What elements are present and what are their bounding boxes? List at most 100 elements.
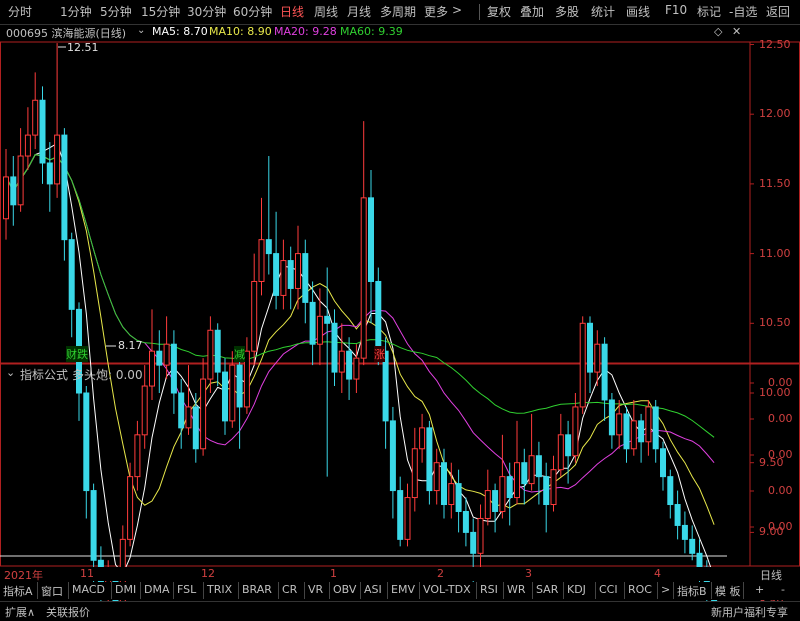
promo-link[interactable]: 新用户福利专享 bbox=[711, 604, 788, 620]
marker-reduce[interactable]: 减 bbox=[234, 346, 245, 362]
candle-body[interactable] bbox=[462, 510, 469, 533]
candle-body[interactable] bbox=[273, 253, 280, 296]
stats-button[interactable]: 统计 bbox=[591, 3, 615, 20]
candle-body[interactable] bbox=[521, 462, 528, 485]
candle-body[interactable] bbox=[484, 490, 491, 519]
candle-body[interactable] bbox=[608, 399, 615, 436]
tab-trix[interactable]: TRIX bbox=[204, 582, 239, 599]
candle-body[interactable] bbox=[375, 280, 382, 352]
candle-body[interactable] bbox=[674, 504, 681, 526]
candle-body[interactable] bbox=[565, 434, 572, 457]
candle-body[interactable] bbox=[514, 462, 520, 499]
candle-body[interactable] bbox=[309, 301, 316, 345]
period-tab-60min[interactable]: 60分钟 bbox=[233, 3, 272, 20]
period-tab-30min[interactable]: 30分钟 bbox=[187, 3, 226, 20]
period-tab-monthly[interactable]: 月线 bbox=[347, 3, 371, 20]
remove-watchlist-button[interactable]: -自选 bbox=[729, 3, 757, 20]
candle-body[interactable] bbox=[61, 134, 68, 241]
tab-asi[interactable]: ASI bbox=[361, 582, 388, 599]
tab-sar[interactable]: SAR bbox=[533, 582, 564, 599]
candle-body[interactable] bbox=[557, 434, 564, 471]
candle-body[interactable] bbox=[426, 427, 433, 492]
tab-roc[interactable]: ROC bbox=[625, 582, 658, 599]
linked-quote-button[interactable]: 关联报价 bbox=[46, 604, 90, 620]
candle-body[interactable] bbox=[134, 434, 141, 478]
candle-body[interactable] bbox=[46, 162, 53, 185]
candle-body[interactable] bbox=[433, 462, 440, 492]
candle-body[interactable] bbox=[638, 420, 645, 443]
candle-body[interactable] bbox=[324, 315, 331, 324]
chart-canvas[interactable] bbox=[0, 0, 800, 620]
candle-body[interactable] bbox=[492, 490, 499, 512]
candle-body[interactable] bbox=[178, 392, 185, 429]
candle-body[interactable] bbox=[652, 406, 659, 450]
candle-body[interactable] bbox=[623, 413, 630, 450]
chevron-down-icon[interactable]: ⌄ bbox=[6, 366, 15, 379]
candle-body[interactable] bbox=[90, 490, 97, 561]
tab-more-arrow-icon[interactable]: > bbox=[658, 582, 674, 599]
candle-body[interactable] bbox=[258, 239, 265, 282]
marker-fall[interactable]: 财跌 bbox=[66, 346, 88, 362]
tab-wr[interactable]: WR bbox=[504, 582, 533, 599]
tab-indicator-a[interactable]: 指标A bbox=[0, 582, 38, 599]
candle-body[interactable] bbox=[83, 392, 90, 492]
candle-body[interactable] bbox=[550, 469, 557, 506]
candle-body[interactable] bbox=[287, 260, 294, 289]
candle-body[interactable] bbox=[499, 476, 506, 512]
candle-body[interactable] bbox=[32, 99, 39, 136]
candle-body[interactable] bbox=[477, 517, 484, 554]
tab-dma[interactable]: DMA bbox=[141, 582, 174, 599]
candle-body[interactable] bbox=[3, 176, 9, 220]
back-button[interactable]: 返回 bbox=[766, 3, 790, 20]
candle-body[interactable] bbox=[389, 420, 396, 492]
tab-brar[interactable]: BRAR bbox=[239, 582, 279, 599]
candle-body[interactable] bbox=[543, 476, 550, 506]
candle-body[interactable] bbox=[24, 134, 31, 157]
period-tab-1min[interactable]: 1分钟 bbox=[60, 3, 92, 20]
candle-body[interactable] bbox=[660, 448, 666, 478]
candle-body[interactable] bbox=[681, 524, 688, 540]
candle-body[interactable] bbox=[419, 427, 426, 450]
expand-button[interactable]: 扩展∧ bbox=[5, 604, 35, 620]
tab-template[interactable]: 模 板 bbox=[712, 582, 744, 599]
candle-body[interactable] bbox=[127, 476, 134, 540]
more-arrow-icon[interactable]: > bbox=[452, 3, 462, 17]
mark-button[interactable]: 标记 bbox=[697, 3, 721, 20]
candle-body[interactable] bbox=[411, 448, 418, 499]
candle-body[interactable] bbox=[368, 197, 374, 282]
tab-emv[interactable]: EMV bbox=[388, 582, 420, 599]
tab-obv[interactable]: OBV bbox=[330, 582, 361, 599]
period-tab-5min[interactable]: 5分钟 bbox=[100, 3, 132, 20]
chevron-down-icon[interactable]: ⌄ bbox=[137, 25, 145, 36]
candle-body[interactable] bbox=[265, 239, 272, 255]
tab-cci[interactable]: CCI bbox=[596, 582, 625, 599]
candle-body[interactable] bbox=[404, 497, 411, 540]
marker-rise[interactable]: 涨 bbox=[374, 346, 385, 362]
candle-body[interactable] bbox=[572, 406, 579, 457]
period-tab-daily[interactable]: 日线 bbox=[280, 3, 304, 20]
candle-body[interactable] bbox=[630, 420, 637, 450]
candle-body[interactable] bbox=[141, 385, 148, 436]
tab-indicator-b[interactable]: 指标B bbox=[674, 582, 712, 599]
candle-body[interactable] bbox=[441, 462, 447, 506]
tab-macd[interactable]: MACD bbox=[69, 582, 112, 599]
tab-rsi[interactable]: RSI bbox=[477, 582, 504, 599]
period-tab-fenshi[interactable]: 分时 bbox=[8, 3, 32, 20]
tab-vol-tdx[interactable]: VOL-TDX bbox=[420, 582, 477, 599]
candle-body[interactable] bbox=[455, 483, 462, 512]
candle-body[interactable] bbox=[616, 413, 623, 436]
close-icon[interactable]: ✕ bbox=[732, 25, 741, 38]
candle-body[interactable] bbox=[192, 406, 199, 450]
candle-body[interactable] bbox=[360, 197, 367, 359]
indicator-name[interactable]: 指标公式 bbox=[20, 366, 68, 383]
candle-body[interactable] bbox=[667, 476, 674, 506]
period-tab-weekly[interactable]: 周线 bbox=[314, 3, 338, 20]
tab-dmi[interactable]: DMI bbox=[112, 582, 141, 599]
multi-stock-button[interactable]: 多股 bbox=[555, 3, 579, 20]
candle-body[interactable] bbox=[54, 134, 61, 185]
candle-body[interactable] bbox=[302, 253, 309, 303]
tab-fsl[interactable]: FSL bbox=[174, 582, 204, 599]
draw-line-button[interactable]: 画线 bbox=[626, 3, 650, 20]
f10-button[interactable]: F10 bbox=[665, 3, 687, 17]
candle-body[interactable] bbox=[280, 260, 287, 296]
